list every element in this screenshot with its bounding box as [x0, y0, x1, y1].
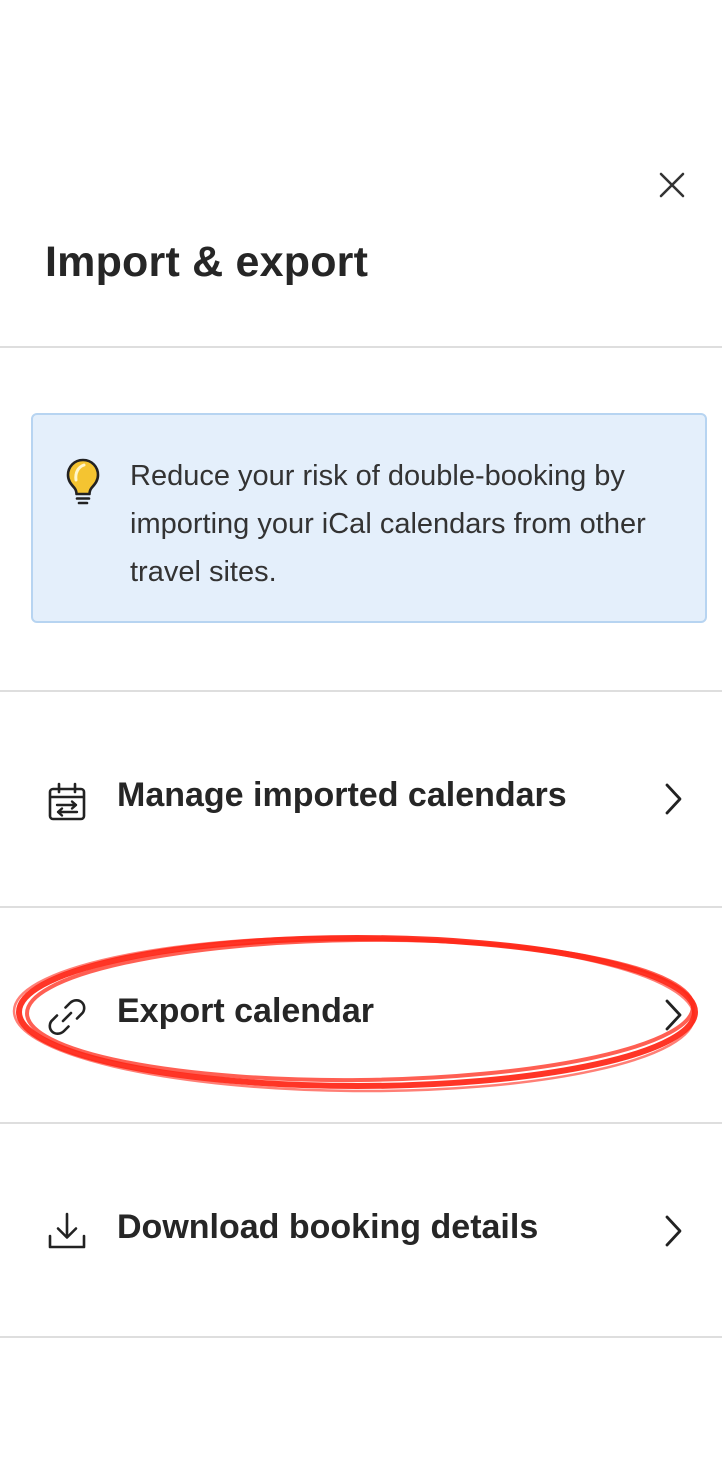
- divider: [0, 1336, 722, 1338]
- close-button[interactable]: [651, 164, 693, 206]
- menu-item-export-calendar[interactable]: Export calendar: [0, 908, 722, 1122]
- menu-item-label: Download booking details: [117, 1208, 539, 1246]
- close-icon: [659, 172, 685, 198]
- menu-item-label: Manage imported calendars: [117, 776, 567, 814]
- info-banner: Reduce your risk of double-booking by im…: [31, 413, 707, 623]
- link-icon: [48, 999, 86, 1035]
- info-banner-text: Reduce your risk of double-booking by im…: [130, 460, 646, 588]
- page-title: Import & export: [45, 238, 369, 286]
- divider: [0, 346, 722, 348]
- download-icon: [48, 1212, 86, 1249]
- chevron-right-icon: [665, 783, 682, 815]
- chevron-right-icon: [665, 1215, 682, 1247]
- lightbulb-icon: [66, 458, 100, 505]
- chevron-right-icon: [665, 999, 682, 1031]
- menu-item-download-booking-details[interactable]: Download booking details: [0, 1124, 722, 1338]
- menu-item-manage-imported-calendars[interactable]: Manage imported calendars: [0, 692, 722, 906]
- menu-item-label: Export calendar: [117, 992, 374, 1030]
- calendar-sync-icon: [48, 782, 86, 821]
